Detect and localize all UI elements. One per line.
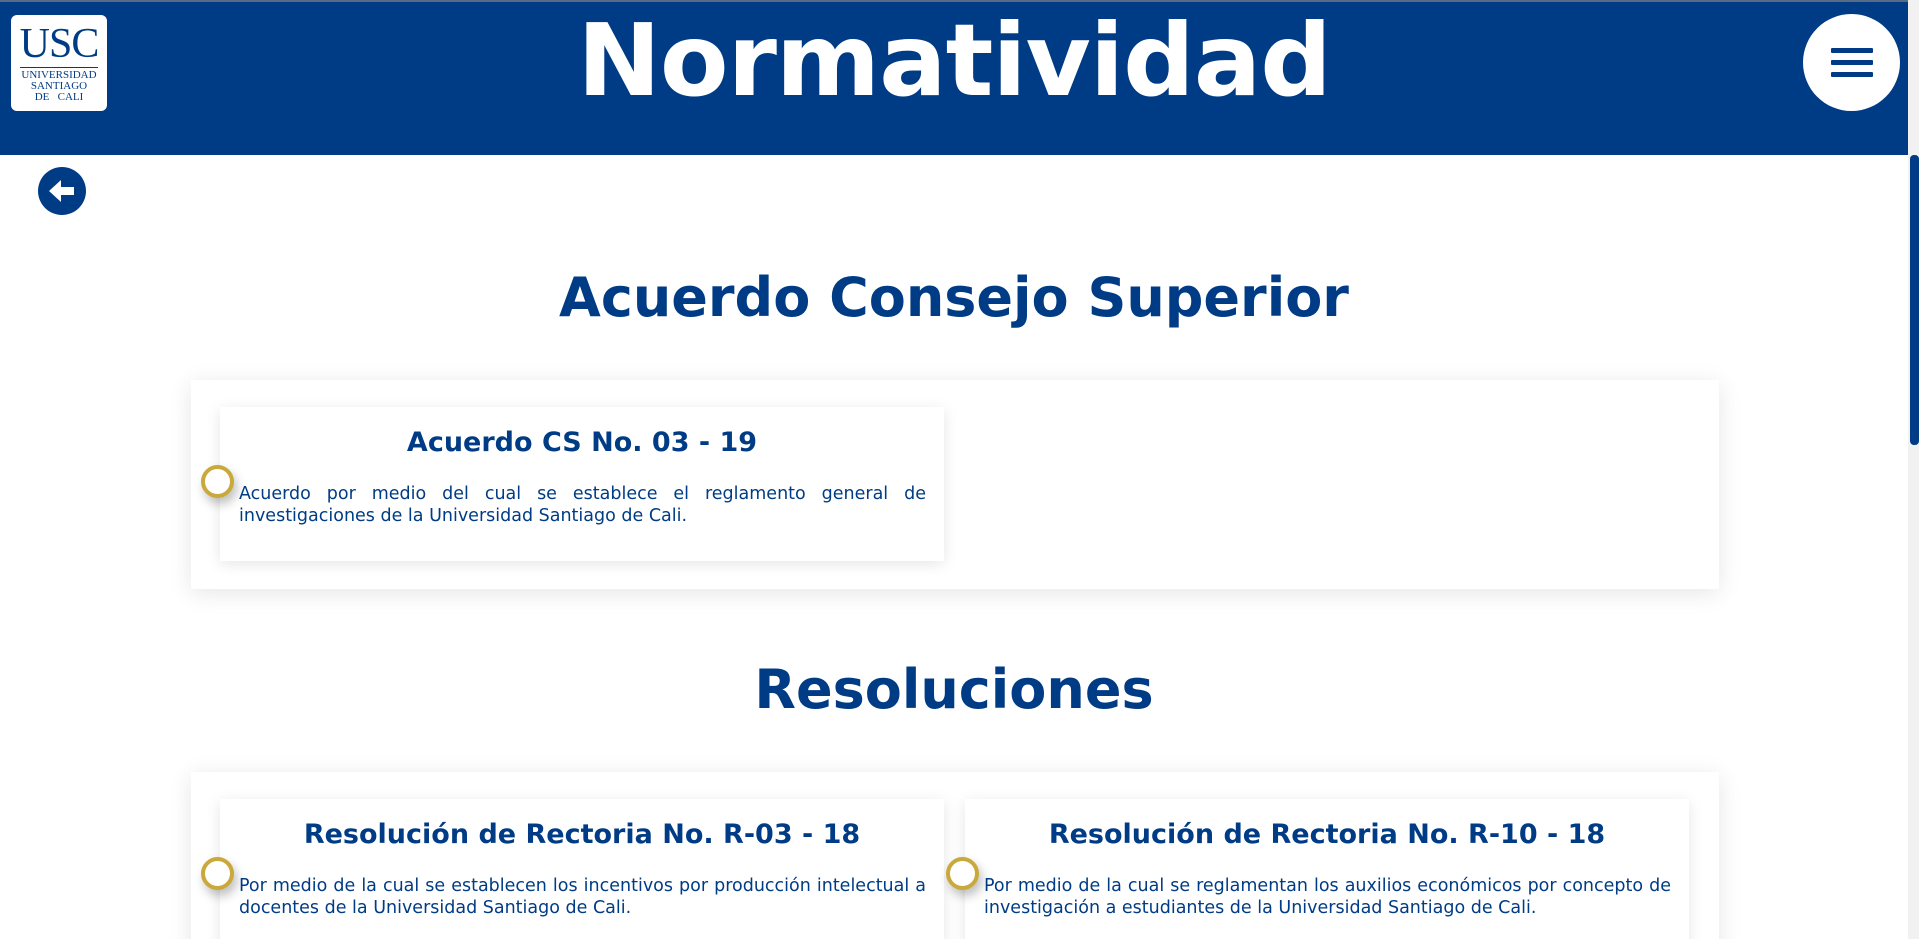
document-card[interactable]: Resolución de Rectoria No. R-10 - 18 Por… xyxy=(946,799,1689,939)
bullet-marker xyxy=(201,857,234,890)
bullet-marker xyxy=(946,857,979,890)
menu-button[interactable] xyxy=(1803,14,1900,111)
menu-bar xyxy=(1831,72,1873,77)
card-title[interactable]: Resolución de Rectoria No. R-03 - 18 xyxy=(220,817,944,853)
menu-bar xyxy=(1831,60,1873,65)
scrollbar-thumb[interactable] xyxy=(1910,155,1919,445)
card-description: Por medio de la cual se reglamentan los … xyxy=(984,876,1671,918)
section-title-acuerdo: Acuerdo Consejo Superior xyxy=(559,266,1349,329)
card-title[interactable]: Acuerdo CS No. 03 - 19 xyxy=(220,425,944,461)
document-card[interactable]: Resolución de Rectoria No. R-03 - 18 Por… xyxy=(201,799,944,939)
page-title: Normatividad xyxy=(577,2,1332,119)
arrow-left-icon xyxy=(49,180,74,202)
bullet-marker xyxy=(201,465,234,498)
section-title-resoluciones: Resoluciones xyxy=(754,658,1154,721)
back-button[interactable] xyxy=(38,167,86,215)
scrollbar-track[interactable] xyxy=(1908,0,1919,939)
page: USC UNIVERSIDAD SANTIAGO DE CALI Normati… xyxy=(0,0,1919,939)
section-panel-resoluciones: Resolución de Rectoria No. R-03 - 18 Por… xyxy=(191,772,1719,939)
menu-bar xyxy=(1831,48,1873,53)
card-description: Por medio de la cual se establecen los i… xyxy=(239,876,926,918)
section-panel-acuerdo: Acuerdo CS No. 03 - 19 Acuerdo por medio… xyxy=(191,380,1719,589)
site-header: USC UNIVERSIDAD SANTIAGO DE CALI Normati… xyxy=(0,2,1908,155)
document-card[interactable]: Acuerdo CS No. 03 - 19 Acuerdo por medio… xyxy=(201,407,944,561)
card-title[interactable]: Resolución de Rectoria No. R-10 - 18 xyxy=(965,817,1689,853)
card-description: Acuerdo por medio del cual se establece … xyxy=(239,484,926,526)
